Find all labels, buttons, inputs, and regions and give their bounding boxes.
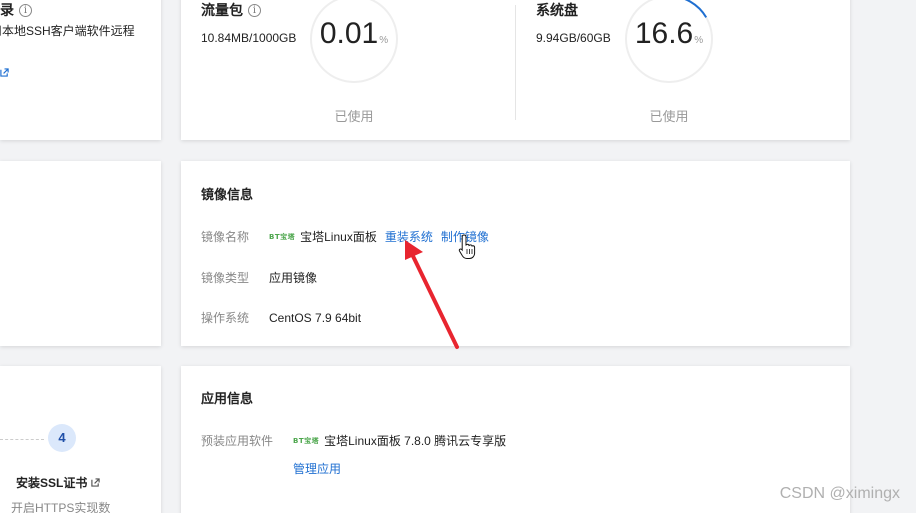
preinstalled-app-value: BT宝塔 宝塔Linux面板 7.8.0 腾讯云专享版 [293,432,506,449]
image-type-label: 镜像类型 [201,271,250,285]
disk-caption: 已使用 [649,109,689,124]
disk-percent: 16.6% [623,17,715,51]
step-number-badge: 4 [48,424,76,452]
watermark: CSDN @ximingx [779,485,900,502]
image-type-value: 应用镜像 [269,271,318,285]
traffic-percent-number: 0.01 [319,17,379,50]
manage-app-row: 管理应用 [293,460,341,477]
bt-logo: BT宝塔 [293,436,320,445]
reinstall-system-link[interactable]: 重装系统 [385,228,433,245]
traffic-usage: 流量包 i 10.84MB/1000GB 0.01% 已使用 [181,0,515,140]
ssl-step-title[interactable]: 安装SSL证书 [16,474,101,491]
login-card: 登录 i 用本地SSH客户端软件远程 [0,0,161,140]
app-info-card: 应用信息 预装应用软件 BT宝塔 宝塔Linux面板 7.8.0 腾讯云专享版 … [181,366,850,513]
external-link-icon[interactable] [0,68,9,77]
manage-app-link[interactable]: 管理应用 [293,460,341,477]
login-title: 登录 i [0,0,32,20]
image-name-value: BT宝塔 宝塔Linux面板 [269,228,377,245]
login-title-text: 登录 [0,2,14,18]
traffic-amount: 10.84MB/1000GB [201,31,297,45]
info-icon[interactable]: i [248,3,261,17]
ssl-step-title-text: 安装SSL证书 [16,476,88,490]
os-row: 操作系统 CentOS 7.9 64bit [201,309,361,326]
image-name-text: 宝塔Linux面板 [300,230,377,244]
bt-logo: BT宝塔 [269,232,296,241]
disk-percent-number: 16.6 [634,17,694,50]
percent-unit: % [694,35,704,46]
info-icon[interactable]: i [19,3,32,17]
left-middle-card [0,161,161,346]
preinstalled-app-row: 预装应用软件 BT宝塔 宝塔Linux面板 7.8.0 腾讯云专享版 [201,432,506,449]
image-info-card: 镜像信息 镜像名称 BT宝塔 宝塔Linux面板 重装系统 制作镜像 镜像类型 … [181,161,850,346]
step-connector [0,439,44,440]
preinstalled-app-label: 预装应用软件 [201,434,274,448]
disk-title: 系统盘 [536,2,578,18]
ssl-step-card: 4 安装SSL证书 开启HTTPS实现数 [0,366,161,513]
traffic-percent: 0.01% [308,17,400,51]
ssl-step-description: 开启HTTPS实现数 [11,501,111,513]
image-type-row: 镜像类型 应用镜像 [201,269,317,286]
disk-amount: 9.94GB/60GB [536,31,611,45]
usage-card: 流量包 i 10.84MB/1000GB 0.01% 已使用 系统盘 9.94G… [181,0,850,140]
image-name-row: 镜像名称 BT宝塔 宝塔Linux面板 重装系统 制作镜像 [201,228,489,245]
traffic-title-text: 流量包 [201,2,243,18]
percent-unit: % [379,35,389,46]
disk-usage: 系统盘 9.94GB/60GB 16.6% 已使用 [516,0,850,140]
app-info-title: 应用信息 [201,391,254,406]
os-value: CentOS 7.9 64bit [269,310,362,325]
image-name-label: 镜像名称 [201,230,250,244]
login-description: 用本地SSH客户端软件远程 [0,24,135,38]
traffic-title: 流量包 i [201,0,261,20]
external-link-icon[interactable] [91,478,101,487]
preinstalled-app-text: 宝塔Linux面板 7.8.0 腾讯云专享版 [324,434,507,448]
os-label: 操作系统 [201,311,250,325]
image-info-title: 镜像信息 [201,187,254,202]
pointer-cursor-icon [458,234,476,259]
traffic-caption: 已使用 [334,109,374,124]
